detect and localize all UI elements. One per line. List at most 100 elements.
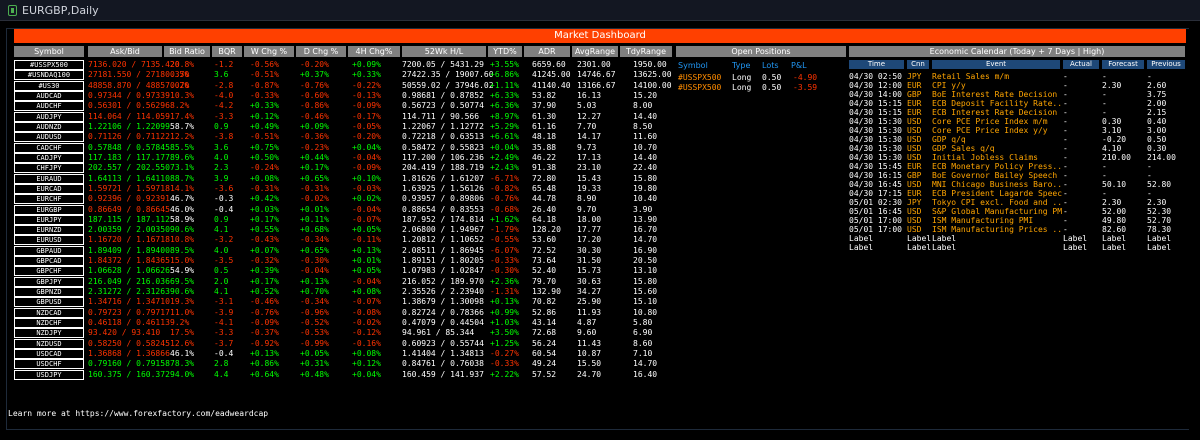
ask-bid-value: 2.00359 / 2.00350 — [88, 225, 170, 235]
symbol-button[interactable]: GBPJPY — [14, 276, 84, 287]
calendar-previous-value: 52.70 — [1147, 216, 1172, 225]
calendar-previous-value: 78.30 — [1147, 225, 1172, 234]
symbol-button[interactable]: AUDCAD — [14, 91, 84, 101]
calendar-header-previous: Previous — [1147, 60, 1185, 69]
symbol-button[interactable]: USDJPY — [14, 369, 84, 380]
calendar-previous-value: 214.00 — [1147, 153, 1176, 162]
calendar-currency-value: EUR — [907, 108, 922, 117]
calendar-actual-value: - — [1063, 81, 1068, 90]
avg-range-value: 10.87 — [577, 349, 602, 358]
calendar-event-value: Retail Sales m/m — [932, 72, 1010, 81]
w-chg-value: -0.31% — [250, 183, 279, 193]
ytd-value: +2.22% — [490, 369, 519, 379]
column-header-bqr: BQR — [212, 46, 242, 57]
ytd-value: +1.11% — [490, 80, 519, 90]
ask-bid-value: 0.71126 / 0.71122 — [88, 132, 170, 142]
h4-chg-value: +0.08% — [352, 349, 381, 358]
wk52-value: 50559.02 / 37946.02 — [402, 80, 494, 90]
symbol-button[interactable]: USDCAD — [14, 349, 84, 359]
calendar-actual-value: - — [1063, 144, 1068, 153]
symbol-button[interactable]: NZDJPY — [14, 328, 84, 339]
wk52-value: 187.952 / 174.814 — [402, 214, 484, 224]
ask-bid-value: 93.420 / 93.410 — [88, 328, 161, 338]
ytd-value: +6.61% — [490, 132, 519, 142]
symbol-button[interactable]: CADCHF — [14, 142, 84, 153]
symbol-button[interactable]: NZDCAD — [14, 307, 84, 318]
tdy-range-value: 1950.00 — [633, 60, 667, 69]
column-header-ytd: YTD% — [488, 46, 522, 57]
w-chg-value: -0.43% — [250, 235, 279, 245]
symbol-button[interactable]: GBPUSD — [14, 297, 84, 308]
calendar-header-actual: Actual — [1063, 60, 1099, 69]
bqr-value: -3.2 — [214, 235, 234, 245]
symbol-button[interactable]: AUDNZD — [14, 121, 84, 132]
symbol-button[interactable]: GBPCHF — [14, 266, 84, 277]
avg-range-value: 31.50 — [577, 256, 602, 266]
adr-value: 128.20 — [532, 225, 561, 235]
symbol-button[interactable]: GBPCAD — [14, 256, 84, 267]
h4-chg-value: +0.05% — [352, 225, 381, 235]
calendar-time-value: Label — [849, 234, 874, 243]
calendar-currency-value: GBP — [907, 90, 922, 99]
bqr-value: 2.8 — [214, 359, 229, 369]
symbol-button[interactable]: NZDCHF — [14, 318, 84, 328]
tdy-range-value: 15.20 — [633, 91, 658, 100]
symbol-button[interactable]: #USNDAQ100 — [14, 70, 84, 81]
column-header-avg-range: AvgRange — [572, 46, 618, 57]
wk52-value: 0.60923 / 0.55744 — [402, 338, 484, 348]
symbol-button[interactable]: EURGBP — [14, 204, 84, 215]
adr-value: 64.18 — [532, 214, 557, 224]
ytd-value: +2.43% — [490, 163, 519, 173]
symbol-button[interactable]: EURUSD — [14, 235, 84, 246]
h4-chg-value: +0.08% — [352, 287, 381, 296]
calendar-currency-value: USD — [907, 225, 922, 234]
wk52-value: 2.08511 / 1.86945 — [402, 245, 484, 255]
calendar-event-value: ISM Manufacturing PMI — [932, 216, 1034, 225]
symbol-button[interactable]: NZDUSD — [14, 338, 84, 349]
symbol-button[interactable]: USDCHF — [14, 359, 84, 370]
tdy-range-value: 10.70 — [633, 142, 658, 152]
symbol-button[interactable]: EURNZD — [14, 225, 84, 236]
bid-ratio-value: 0.7% — [170, 70, 190, 80]
positions-header-lots: Lots — [762, 61, 779, 70]
symbol-button[interactable]: GBPAUD — [14, 245, 84, 256]
tdy-range-value: 20.50 — [633, 256, 658, 266]
symbol-button[interactable]: EURCAD — [14, 183, 84, 194]
d-chg-value: -0.34% — [300, 235, 329, 245]
symbol-button[interactable]: #USSPX500 — [14, 60, 84, 70]
symbol-button[interactable]: CADJPY — [14, 152, 84, 163]
symbol-button[interactable]: EURAUD — [14, 173, 84, 184]
avg-range-value: 14746.67 — [577, 70, 616, 80]
calendar-currency-value: USD — [907, 216, 922, 225]
wk52-value: 2.35526 / 2.23940 — [402, 287, 484, 296]
ytd-value: +6.86% — [490, 70, 519, 80]
calendar-forecast-value: 50.10 — [1102, 180, 1127, 189]
calendar-title: Economic Calendar (Today + 7 Days | High… — [849, 46, 1185, 57]
symbol-button[interactable]: GBPNZD — [14, 287, 84, 297]
bqr-value: 3.6 — [214, 142, 229, 152]
adr-value: 53.60 — [532, 235, 557, 245]
bid-ratio-value: 11.0% — [170, 307, 195, 317]
calendar-currency-value: USD — [907, 153, 922, 162]
ask-bid-value: 0.97344 / 0.97339 — [88, 91, 170, 100]
h4-chg-value: +0.04% — [352, 142, 381, 152]
calendar-time-value: 04/30 14:00 — [849, 90, 902, 99]
tdy-range-value: 8.60 — [633, 338, 653, 348]
symbol-button[interactable]: EURCHF — [14, 194, 84, 205]
ytd-value: +8.97% — [490, 111, 519, 121]
calendar-time-value: 04/30 15:30 — [849, 117, 902, 126]
avg-range-value: 30.63 — [577, 276, 602, 286]
d-chg-value: +0.05% — [300, 349, 329, 358]
symbol-button[interactable]: #US30 — [14, 80, 84, 91]
symbol-button[interactable]: AUDJPY — [14, 111, 84, 122]
calendar-time-value: 04/30 16:15 — [849, 171, 902, 180]
symbol-button[interactable]: CHFJPY — [14, 163, 84, 174]
symbol-button[interactable]: EURJPY — [14, 214, 84, 225]
symbol-button[interactable]: AUDCHF — [14, 101, 84, 112]
wk52-value: 117.200 / 106.236 — [402, 152, 484, 162]
symbol-button[interactable]: AUDUSD — [14, 132, 84, 143]
d-chg-value: -0.76% — [300, 80, 329, 90]
wk52-value: 94.961 / 85.344 — [402, 328, 475, 338]
wk52-value: 27422.35 / 19007.60 — [402, 70, 494, 80]
footer-link[interactable]: Learn more at https://www.forexfactory.c… — [8, 409, 268, 418]
